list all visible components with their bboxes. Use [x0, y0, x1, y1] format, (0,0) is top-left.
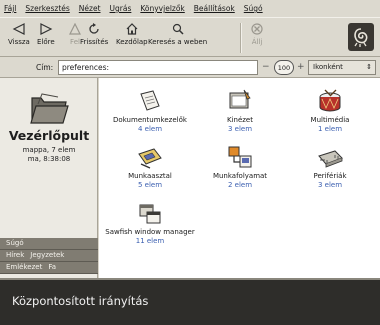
tab-help[interactable]: Súgó	[0, 238, 98, 250]
item-count: 4 elem	[137, 125, 163, 133]
item-count: 3 elem	[317, 181, 343, 189]
forward-label: Előre	[37, 38, 55, 46]
item-label: Multimédia	[310, 116, 350, 124]
tab-history[interactable]: Emlékezet	[6, 262, 42, 273]
zoom-out-button[interactable]: −	[262, 62, 270, 72]
caption-bar: Központosított irányítás	[0, 278, 380, 325]
menu-file[interactable]: Fájl	[4, 4, 16, 13]
location-bar: Cím: − 100 + Ikonként ⇕	[0, 57, 380, 78]
multimedia-drum-icon	[316, 84, 344, 114]
item-workflow[interactable]: Munkafolyamat 2 elem	[195, 140, 285, 190]
tab-notes[interactable]: Jegyzetek	[30, 250, 64, 261]
appearance-icon	[227, 84, 253, 114]
sidebar-tabs: Súgó Hírek Jegyzetek Emlékezet Fa	[0, 238, 98, 274]
menu-help[interactable]: Súgó	[244, 4, 263, 13]
view-mode-value: Ikonként	[313, 63, 343, 71]
caption-text: Központosított irányítás	[12, 294, 149, 308]
item-multimedia[interactable]: Multimédia 1 elem	[285, 84, 375, 134]
desktop-icon	[136, 140, 164, 170]
tab-row-history-tree: Emlékezet Fa	[0, 262, 98, 274]
web-search-button[interactable]: Keresés a weben	[148, 20, 207, 56]
location-label: Cím:	[36, 63, 54, 72]
item-label: Munkafolyamat	[212, 172, 268, 180]
item-count: 3 elem	[227, 125, 253, 133]
menubar: Fájl Szerkesztés Nézet Ugrás Könyvjelzők…	[0, 0, 380, 17]
back-button[interactable]: Vissza	[8, 20, 30, 56]
tab-news[interactable]: Hírek	[6, 250, 24, 261]
item-label: Munkaasztal	[128, 172, 172, 180]
item-label: Perifériák	[313, 172, 347, 180]
home-button[interactable]: Kezdőlap	[116, 20, 148, 56]
workflow-icon	[226, 140, 254, 170]
item-desktop[interactable]: Munkaasztal 5 elem	[105, 140, 195, 190]
updown-arrow-icon: ⇕	[366, 63, 372, 71]
home-label: Kezdőlap	[116, 38, 148, 46]
item-label: Kinézet	[226, 116, 253, 124]
menu-go[interactable]: Ugrás	[110, 4, 132, 13]
menu-bookmarks[interactable]: Könyvjelzők	[140, 4, 184, 13]
item-appearance[interactable]: Kinézet 3 elem	[195, 84, 285, 134]
item-count: 1 elem	[317, 125, 343, 133]
sidebar-title: Vezérlőpult	[8, 128, 90, 143]
tab-row-news-notes: Hírek Jegyzetek	[0, 250, 98, 262]
stop-icon	[250, 20, 264, 38]
open-folder-icon	[28, 90, 70, 128]
stop-label: Állj	[251, 38, 263, 46]
icon-view: Dokumentumkezelők 4 elem Kinézet 3 elem …	[99, 78, 380, 278]
forward-arrow-icon	[39, 20, 53, 38]
up-label: Fel	[70, 38, 80, 46]
refresh-button[interactable]: Frissítés	[80, 20, 108, 56]
back-arrow-icon	[12, 20, 26, 38]
item-document-handlers[interactable]: Dokumentumkezelők 4 elem	[105, 84, 195, 134]
zoom-in-button[interactable]: +	[297, 62, 305, 72]
menu-edit[interactable]: Szerkesztés	[25, 4, 69, 13]
magnifier-icon	[171, 20, 185, 38]
toolbar: Vissza Előre Fel Frissítés Kezdőlap Kere…	[0, 17, 380, 57]
menu-settings[interactable]: Beállítások	[194, 4, 235, 13]
tab-tree[interactable]: Fa	[48, 262, 56, 273]
peripherals-chip-icon	[315, 140, 345, 170]
refresh-label: Frissítés	[80, 38, 109, 46]
web-search-label: Keresés a weben	[148, 38, 208, 46]
item-peripherals[interactable]: Perifériák 3 elem	[285, 140, 375, 190]
nautilus-logo-icon	[348, 23, 374, 51]
refresh-icon	[87, 20, 101, 38]
item-label: Sawfish window manager	[105, 228, 195, 236]
stop-button[interactable]: Állj	[250, 20, 264, 56]
sawfish-windows-icon	[137, 196, 163, 226]
sidebar-info-date: ma, 8:38:08	[27, 155, 71, 163]
item-label: Dokumentumkezelők	[113, 116, 187, 124]
document-handlers-icon	[137, 84, 163, 114]
item-count: 2 elem	[227, 181, 253, 189]
location-input[interactable]	[58, 60, 258, 75]
zoom-level[interactable]: 100	[274, 60, 294, 75]
item-sawfish[interactable]: Sawfish window manager 11 elem	[105, 196, 195, 246]
toolbar-separator	[240, 23, 241, 53]
item-count: 11 elem	[135, 237, 165, 245]
sidebar: Vezérlőpult mappa, 7 elem ma, 8:38:08 Sú…	[0, 78, 98, 278]
item-count: 5 elem	[137, 181, 163, 189]
forward-button[interactable]: Előre	[37, 20, 55, 56]
sidebar-info-type: mappa, 7 elem	[22, 146, 76, 154]
home-icon	[125, 20, 139, 38]
back-label: Vissza	[8, 38, 30, 46]
menu-view[interactable]: Nézet	[79, 4, 101, 13]
view-mode-select[interactable]: Ikonként ⇕	[308, 60, 376, 75]
